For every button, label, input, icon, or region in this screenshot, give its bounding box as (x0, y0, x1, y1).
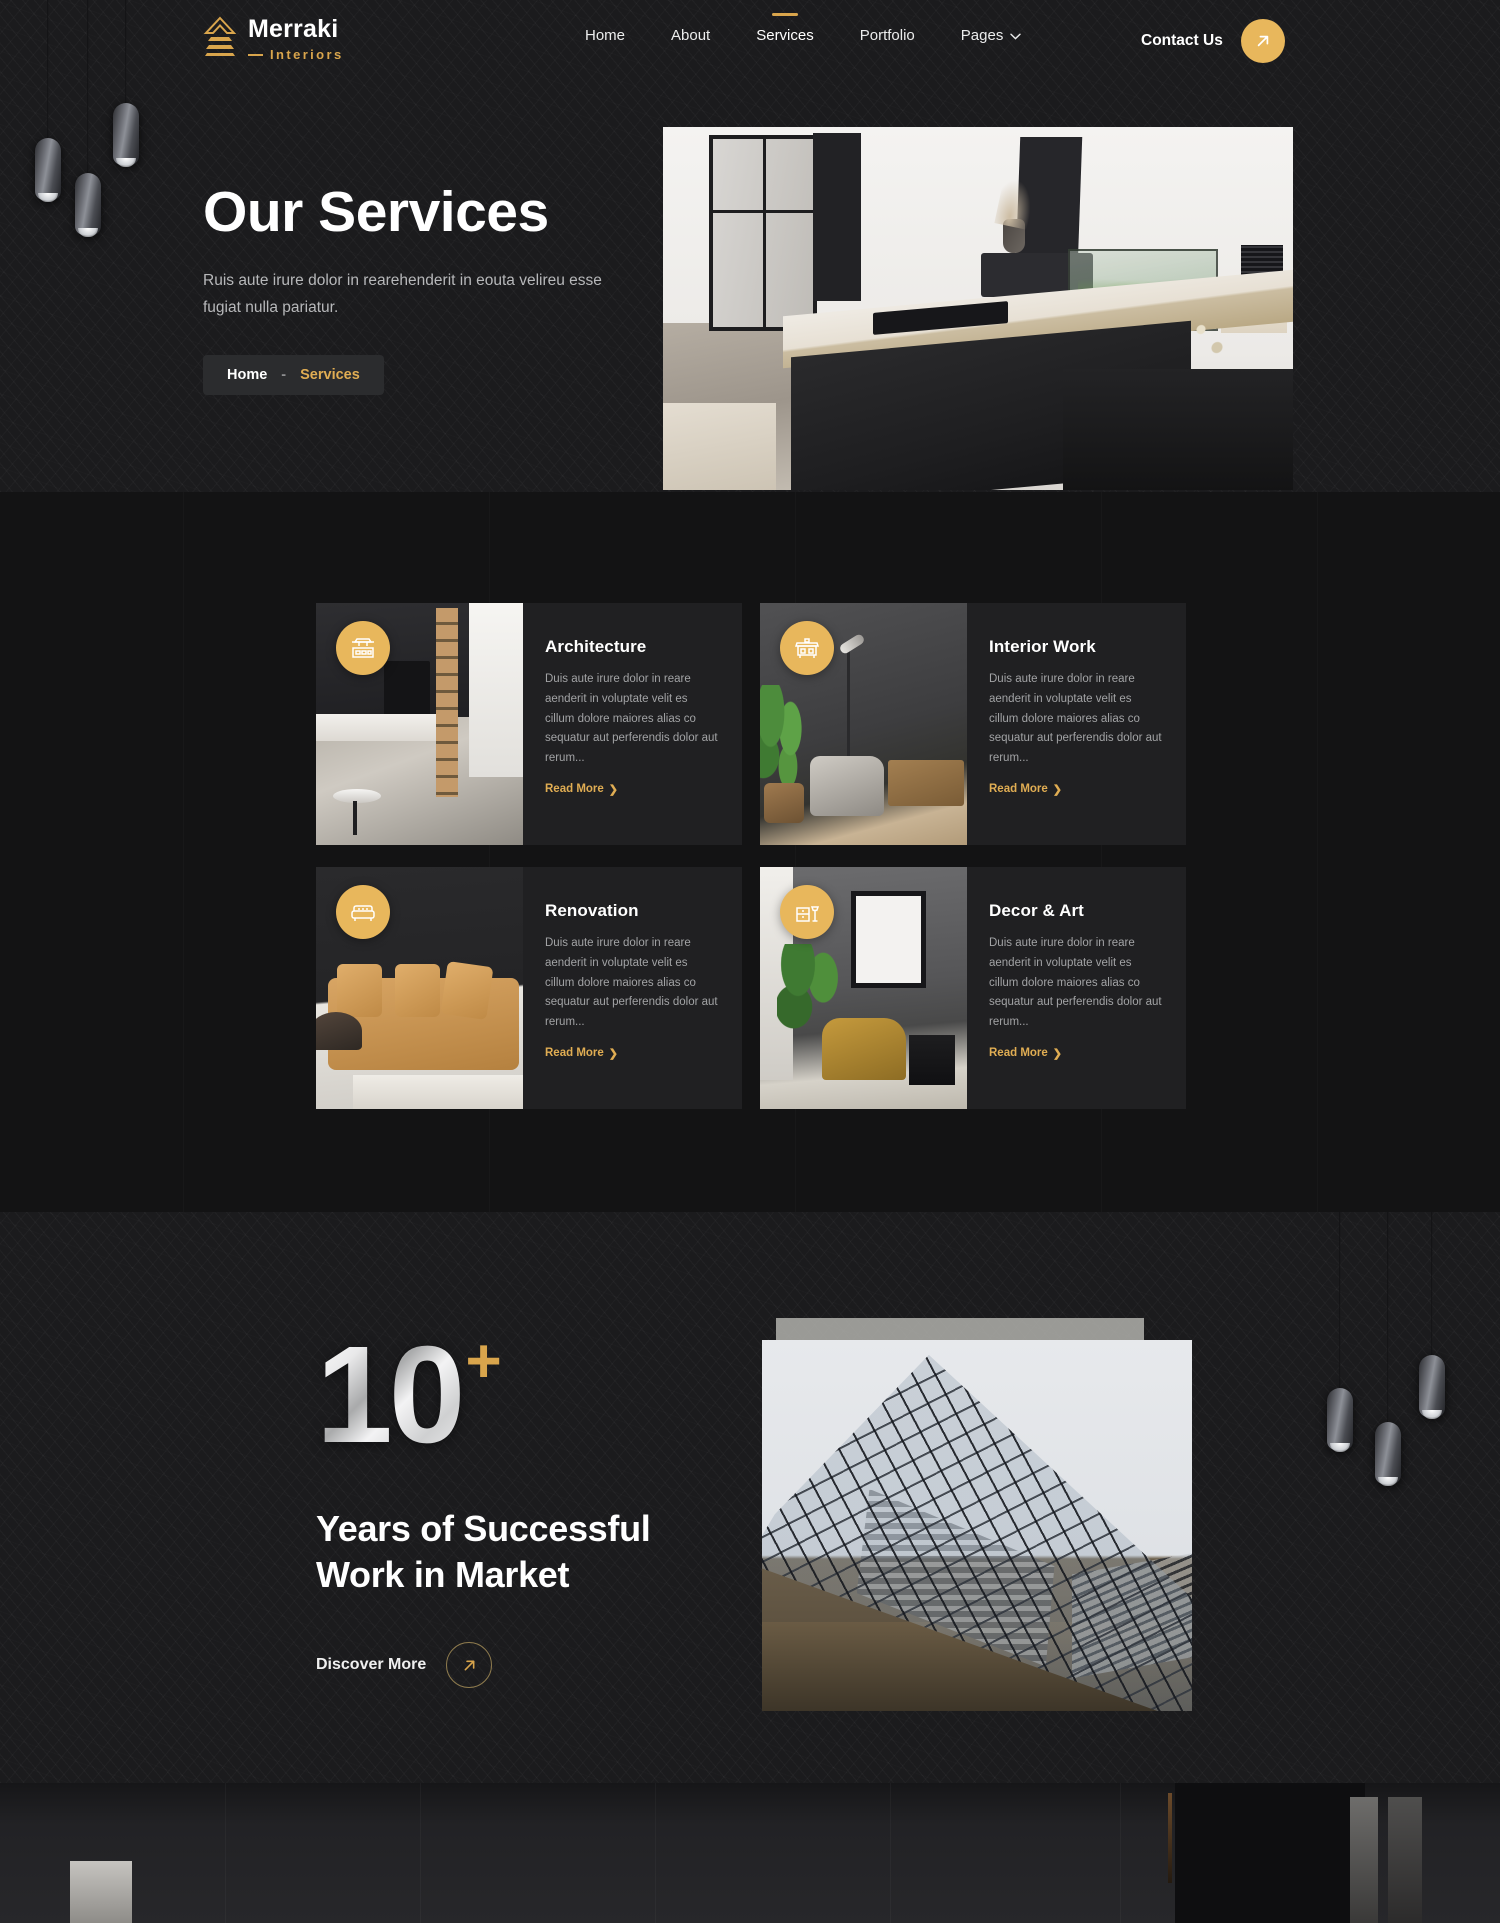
chevron-right-icon: ❯ (608, 1047, 619, 1060)
breadcrumb-current: Services (300, 367, 360, 383)
service-card-title: Interior Work (989, 637, 1096, 656)
brand-tagline: Interiors (270, 47, 344, 62)
stats-background-texture (0, 1212, 1500, 1783)
service-card-decor-and-art[interactable]: Decor & Art Duis aute irure dolor in rea… (760, 867, 1186, 1109)
read-more-label: Read More (545, 783, 604, 796)
read-more-link[interactable]: Read More ❯ (989, 1047, 1062, 1060)
services-card-row: Architecture Duis aute irure dolor in re… (316, 603, 1186, 845)
site-header: Merraki Interiors Home About Services Po… (0, 0, 1500, 86)
nav-item-portfolio[interactable]: Portfolio (860, 27, 915, 44)
hero-section: Merraki Interiors Home About Services Po… (0, 0, 1500, 492)
page-title: Our Services (203, 180, 549, 244)
services-section: Architecture Duis aute irure dolor in re… (0, 492, 1500, 1212)
service-card-interior-work[interactable]: Interior Work Duis aute irure dolor in r… (760, 603, 1186, 845)
read-more-label: Read More (989, 1047, 1048, 1060)
stats-section: 10 + Years of Successful Work in Market … (0, 1212, 1500, 1783)
service-card-title: Renovation (545, 901, 639, 920)
brand-name: Merraki (248, 15, 339, 43)
stats-number-group: 10 + (316, 1326, 746, 1464)
dresser-lamp-icon (780, 885, 834, 939)
stats-headline-line1: Years of Successful (316, 1508, 651, 1549)
nav-label: About (671, 27, 711, 44)
contact-us-label: Contact Us (1141, 32, 1223, 49)
chevron-right-icon: ❯ (1052, 783, 1063, 796)
nav-label: Pages (960, 27, 1004, 44)
breadcrumb-home[interactable]: Home (227, 367, 267, 383)
service-card-renovation[interactable]: Renovation Duis aute irure dolor in rear… (316, 867, 742, 1109)
stacked-roof-logo-icon (203, 16, 237, 63)
nav-item-about[interactable]: About (671, 27, 710, 44)
architecture-table-icon (336, 621, 390, 675)
service-card-body: Decor & Art Duis aute irure dolor in rea… (967, 867, 1186, 1109)
service-card-title: Decor & Art (989, 901, 1084, 920)
nav-label: Portfolio (859, 27, 915, 44)
sofa-icon (336, 885, 390, 939)
service-card-body: Interior Work Duis aute irure dolor in r… (967, 603, 1186, 845)
hero-subtitle: Ruis aute irure dolor in rearehenderit i… (203, 271, 602, 317)
service-card-description: Duis aute irure dolor in reare aenderit … (989, 937, 1162, 1029)
service-card-architecture[interactable]: Architecture Duis aute irure dolor in re… (316, 603, 742, 845)
breadcrumb-separator: - (281, 367, 287, 383)
sideboard-cabinet-icon (780, 621, 834, 675)
discover-more-label: Discover More (316, 1656, 427, 1674)
contact-us-button[interactable]: Contact Us (1141, 19, 1285, 63)
chevron-right-icon: ❯ (1052, 1047, 1063, 1060)
service-card-title: Architecture (545, 637, 647, 656)
arrow-up-right-icon (446, 1642, 493, 1689)
bottom-image-strip (0, 1783, 1500, 1923)
breadcrumb: Home - Services (203, 355, 384, 395)
stats-image (762, 1340, 1192, 1711)
page-root: Merraki Interiors Home About Services Po… (0, 0, 1500, 1923)
chevron-down-icon (1010, 27, 1022, 44)
stats-number: 10 (316, 1318, 465, 1472)
hero-content: Our Services Ruis aute irure dolor in re… (203, 180, 673, 395)
brand-logo[interactable]: Merraki Interiors (203, 16, 344, 63)
read-more-label: Read More (989, 783, 1048, 796)
service-card-description: Duis aute irure dolor in reare aenderit … (989, 673, 1162, 765)
nav-item-services[interactable]: Services (756, 13, 814, 44)
brand-dash (248, 53, 263, 56)
service-card-description: Duis aute irure dolor in reare aenderit … (545, 673, 718, 765)
service-card-body: Architecture Duis aute irure dolor in re… (523, 603, 742, 845)
service-card-body: Renovation Duis aute irure dolor in rear… (523, 867, 742, 1109)
services-card-row: Renovation Duis aute irure dolor in rear… (316, 867, 1186, 1109)
service-card-description: Duis aute irure dolor in reare aenderit … (545, 937, 718, 1029)
stats-content: 10 + Years of Successful Work in Market … (316, 1326, 746, 1689)
read-more-link[interactable]: Read More ❯ (545, 1047, 618, 1060)
read-more-link[interactable]: Read More ❯ (989, 783, 1062, 796)
nav-label: Services (756, 27, 814, 44)
nav-item-home[interactable]: Home (585, 27, 625, 44)
stats-plus-sign: + (465, 1327, 502, 1396)
services-card-grid: Architecture Duis aute irure dolor in re… (316, 603, 1186, 1131)
stats-headline: Years of Successful Work in Market (316, 1506, 746, 1598)
read-more-label: Read More (545, 1047, 604, 1060)
discover-more-button[interactable]: Discover More (316, 1642, 493, 1689)
main-nav: Home About Services Portfolio Pages (585, 13, 1022, 44)
hero-image (663, 127, 1293, 490)
nav-item-pages[interactable]: Pages (961, 27, 1022, 44)
nav-active-indicator (771, 13, 798, 16)
chevron-right-icon: ❯ (608, 783, 619, 796)
read-more-link[interactable]: Read More ❯ (545, 783, 618, 796)
nav-label: Home (585, 27, 626, 44)
stats-headline-line2: Work in Market (316, 1554, 570, 1596)
arrow-up-right-icon[interactable] (1240, 19, 1285, 63)
